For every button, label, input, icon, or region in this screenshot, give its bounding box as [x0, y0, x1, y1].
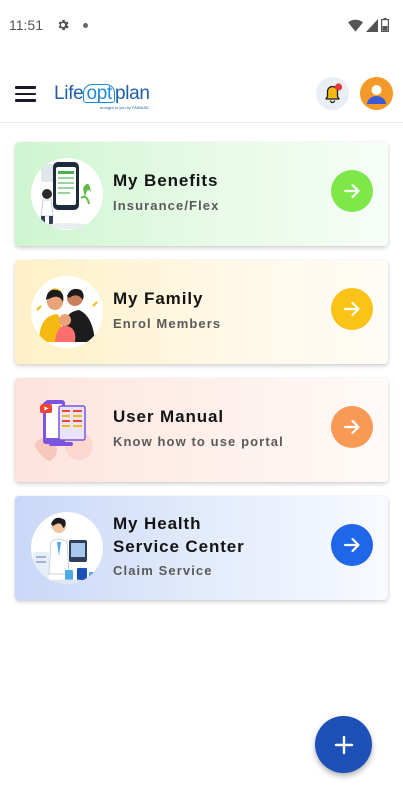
menu-icon[interactable] — [15, 85, 37, 103]
app-bar-divider — [0, 122, 403, 123]
status-bar: 11:51 — [0, 0, 403, 52]
card-title-line2: Service Center — [113, 537, 245, 556]
battery-icon — [381, 18, 389, 32]
logo-tagline: brought to you by FAIRASIL — [100, 105, 150, 110]
logo-suffix: plan — [114, 83, 150, 104]
card-title: My Benefits — [113, 171, 219, 190]
doctor-illustration — [31, 512, 103, 584]
app-bar: Life opt plan brought to you by FAIRASIL — [0, 70, 403, 120]
family-illustration — [31, 276, 103, 348]
card-title: User Manual — [113, 407, 224, 426]
avatar-icon[interactable] — [360, 77, 393, 110]
arrow-right-icon[interactable] — [331, 288, 373, 330]
phone-benefits-illustration — [31, 158, 103, 230]
gear-icon — [58, 19, 69, 31]
bell-icon[interactable] — [316, 77, 349, 110]
card-my-benefits[interactable]: My Benefits Insurance/Flex — [15, 142, 388, 246]
signal-icon — [366, 18, 378, 32]
card-subtitle: Insurance/Flex — [113, 198, 220, 213]
wifi-icon — [348, 19, 363, 32]
plus-icon — [334, 735, 353, 754]
notification-dot-icon — [83, 23, 88, 28]
card-subtitle: Claim Service — [113, 563, 213, 578]
card-subtitle: Enrol Members — [113, 316, 222, 331]
arrow-right-icon[interactable] — [331, 170, 373, 212]
logo-opt: opt — [83, 84, 115, 103]
manual-illustration — [31, 394, 103, 466]
logo-prefix: Life — [54, 83, 84, 104]
status-time: 11:51 — [9, 17, 43, 33]
arrow-right-icon[interactable] — [331, 406, 373, 448]
card-user-manual[interactable]: User Manual Know how to use portal — [15, 378, 388, 482]
card-health-service-center[interactable]: My Health Service Center Claim Service — [15, 496, 388, 600]
card-title-line1: My Health — [113, 514, 202, 533]
card-title: My Family — [113, 289, 204, 308]
app-logo: Life opt plan brought to you by FAIRASIL — [54, 78, 158, 112]
add-fab-button[interactable] — [315, 716, 372, 773]
card-subtitle: Know how to use portal — [113, 434, 284, 449]
arrow-right-icon[interactable] — [331, 524, 373, 566]
card-my-family[interactable]: My Family Enrol Members — [15, 260, 388, 364]
logo-wordmark: Life opt plan — [54, 83, 150, 105]
